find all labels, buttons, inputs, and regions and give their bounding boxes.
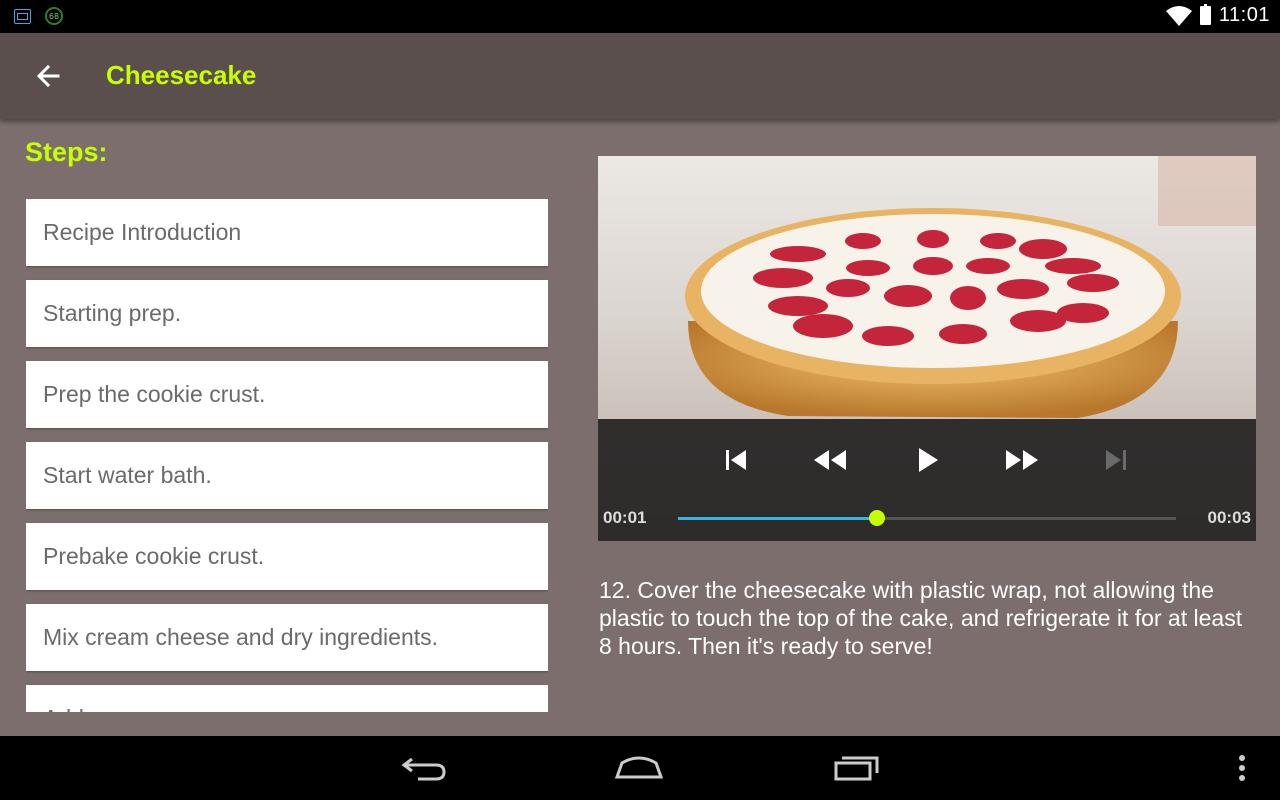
seek-thumb[interactable]	[869, 510, 886, 526]
back-button[interactable]	[32, 60, 64, 92]
duration-time: 00:03	[1207, 508, 1251, 527]
seek-bar[interactable]	[678, 510, 1176, 526]
step-item[interactable]: Prep the cookie crust.	[26, 361, 548, 428]
fast-forward-button[interactable]	[1004, 445, 1040, 475]
skip-previous-button[interactable]	[718, 445, 754, 475]
step-item[interactable]: Recipe Introduction	[26, 199, 548, 266]
skip-previous-icon	[726, 450, 746, 470]
nav-recents-icon	[834, 756, 879, 781]
step-description: 12. Cover the cheesecake with plastic wr…	[599, 577, 1243, 659]
steps-heading: Steps:	[25, 137, 108, 167]
status-bar: 68 11:01	[0, 0, 1280, 33]
rewind-button[interactable]	[812, 445, 848, 475]
wifi-icon	[1165, 5, 1192, 26]
fast-forward-icon	[1006, 450, 1038, 470]
notification-app-icon	[14, 8, 31, 24]
arrow-back-icon	[36, 64, 60, 88]
play-icon	[919, 448, 938, 472]
page-title: Cheesecake	[106, 60, 257, 90]
nav-back-icon	[401, 757, 446, 781]
nav-home-icon	[614, 756, 664, 779]
playback-controls: 00:01 00:03	[598, 419, 1256, 541]
app-bar: Cheesecake	[0, 33, 1280, 119]
battery-icon	[1199, 4, 1211, 25]
step-item[interactable]: Add...	[26, 685, 548, 712]
rewind-icon	[814, 450, 846, 470]
play-button[interactable]	[910, 445, 946, 475]
step-item[interactable]: Starting prep.	[26, 280, 548, 347]
more-vert-icon	[1239, 755, 1245, 781]
step-item[interactable]: Mix cream cheese and dry ingredients.	[26, 604, 548, 671]
steps-list[interactable]: Recipe Introduction Starting prep. Prep …	[26, 199, 548, 712]
step-item[interactable]: Start water bath.	[26, 442, 548, 509]
skip-next-button[interactable]	[1098, 445, 1134, 475]
notification-count-icon: 68	[45, 7, 63, 25]
notification-icons: 68	[14, 7, 63, 25]
nav-recents-button[interactable]	[832, 752, 882, 784]
system-icons: 11:01	[1165, 4, 1270, 27]
video-player[interactable]: 00:01 00:03	[598, 156, 1256, 541]
skip-next-icon	[1106, 450, 1126, 470]
nav-back-button[interactable]	[400, 752, 448, 784]
elapsed-time: 00:01	[603, 508, 647, 527]
seek-progress	[678, 517, 878, 520]
clock: 11:01	[1218, 4, 1270, 26]
step-item[interactable]: Prebake cookie crust.	[26, 523, 548, 590]
overflow-menu-button[interactable]	[1236, 752, 1248, 784]
system-nav-bar	[0, 736, 1280, 800]
nav-home-button[interactable]	[614, 752, 664, 784]
